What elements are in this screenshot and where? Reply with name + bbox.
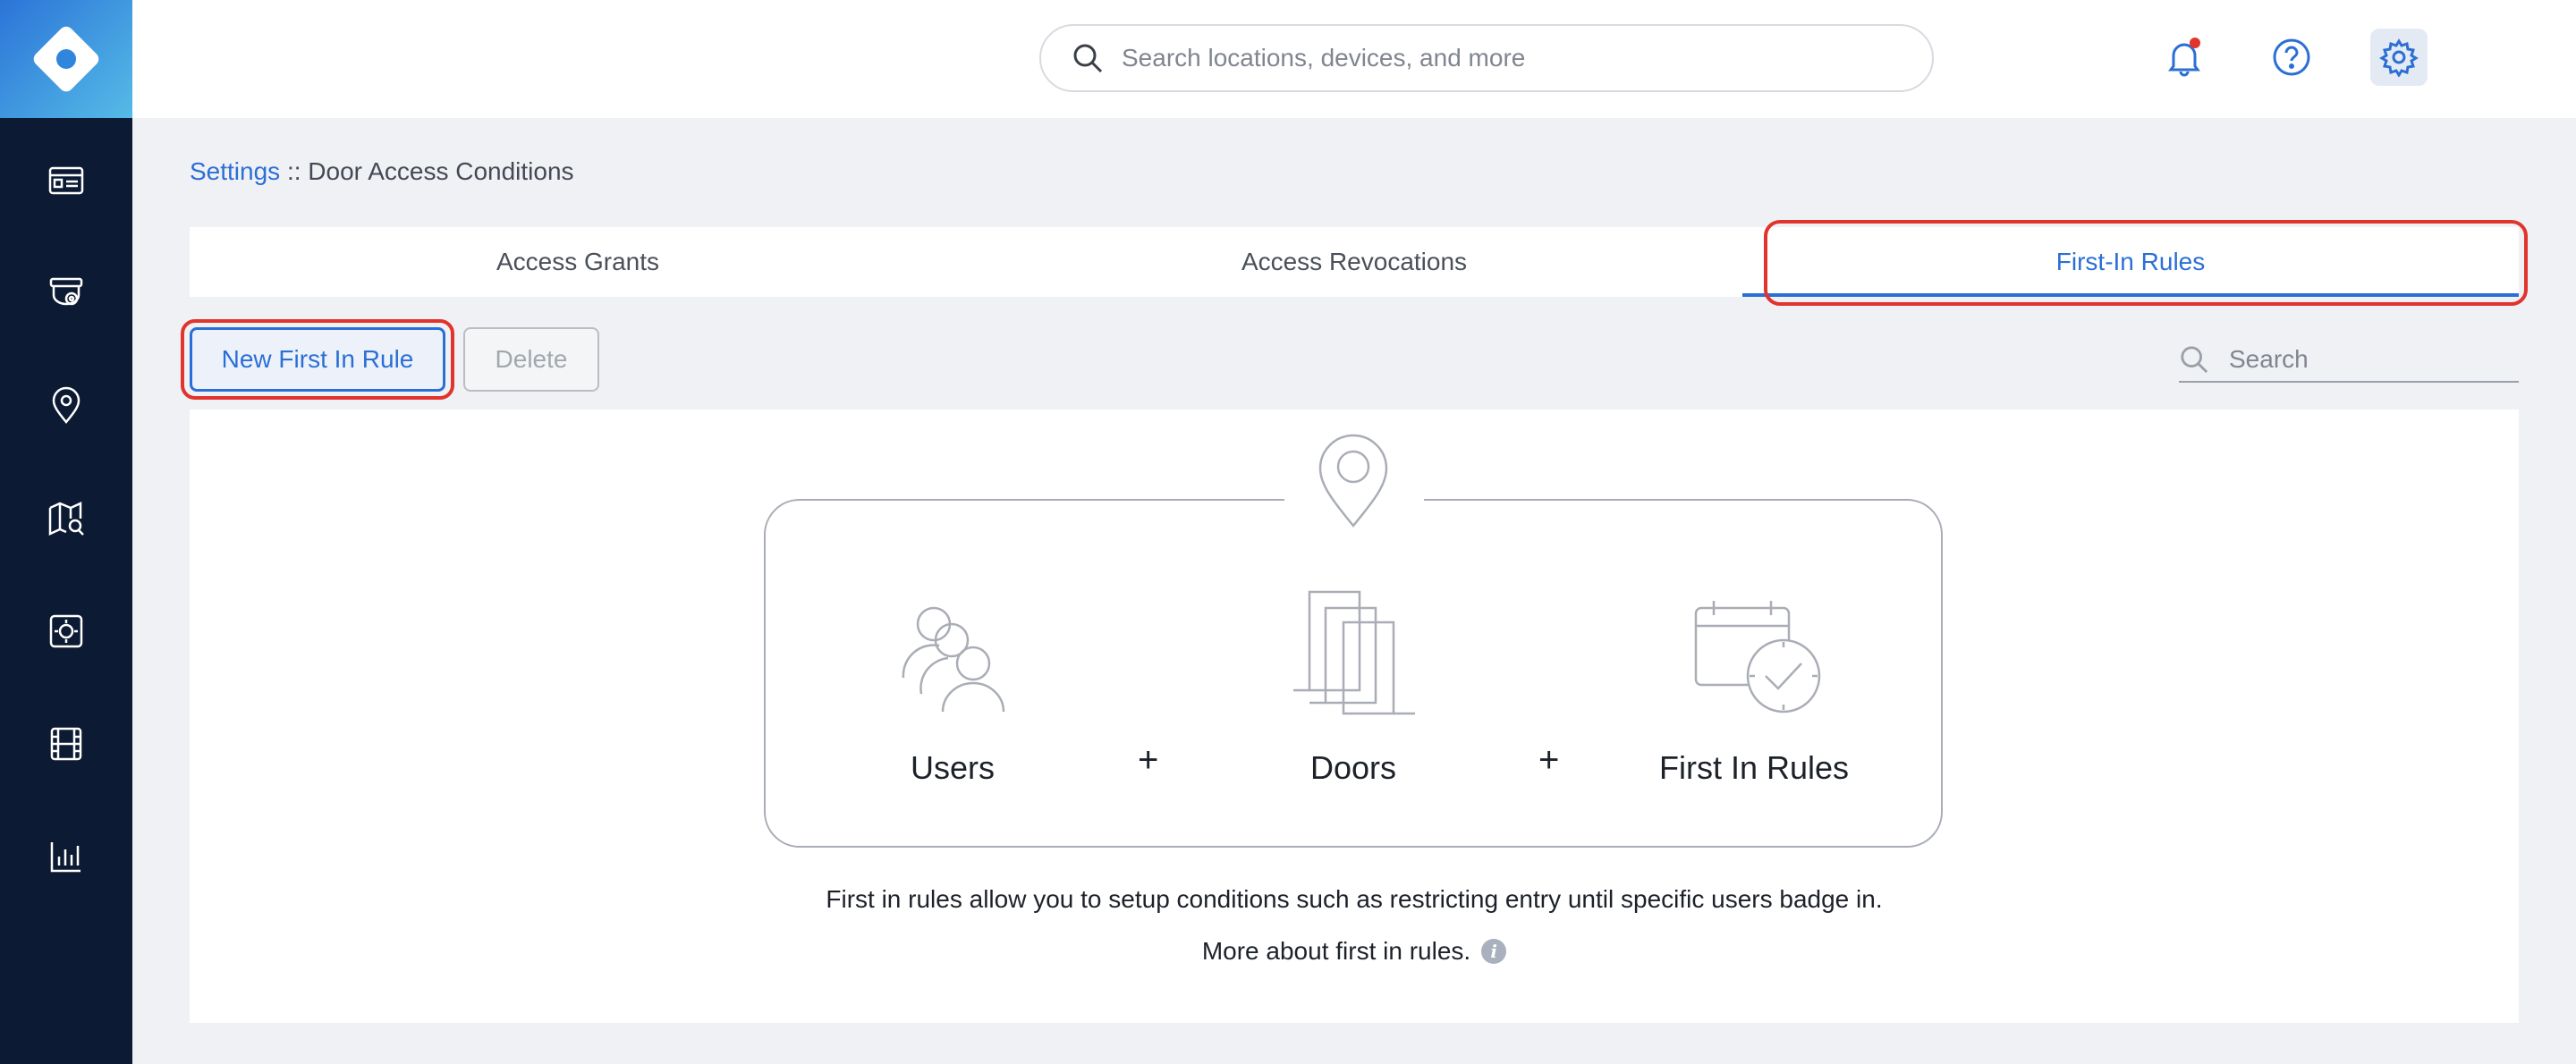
empty-state-panel: Users + Doors + First In Rules First in … <box>190 410 2519 1023</box>
access-control-icon <box>49 614 83 648</box>
plus-sign: + <box>1138 740 1159 780</box>
new-first-in-rule-button[interactable]: New First In Rule <box>190 327 445 392</box>
sidebar-item-cameras[interactable] <box>0 258 132 329</box>
breadcrumb-separator: :: <box>280 157 309 185</box>
sidebar-item-maps[interactable] <box>0 483 132 554</box>
global-search[interactable] <box>1039 24 1934 92</box>
sidebar-item-locations[interactable] <box>0 370 132 442</box>
sidebar <box>0 0 132 1064</box>
users-label: Users <box>910 749 995 786</box>
sidebar-item-dashboard[interactable] <box>0 145 132 216</box>
search-icon <box>1073 44 1103 73</box>
list-search[interactable] <box>2179 338 2519 383</box>
dashboard-icon <box>48 166 84 195</box>
users-icon <box>902 606 1005 713</box>
delete-button[interactable]: Delete <box>463 327 599 392</box>
breadcrumb-settings-link[interactable]: Settings <box>190 157 280 185</box>
help-icon <box>2273 38 2310 76</box>
more-info-link[interactable]: More about first in rules. <box>1202 937 1470 966</box>
first-in-rules-label: First In Rules <box>1658 749 1850 786</box>
location-icon <box>52 386 80 424</box>
help-button[interactable] <box>2263 29 2320 86</box>
settings-button[interactable] <box>2370 29 2428 86</box>
breadcrumb: Settings :: Door Access Conditions <box>190 157 574 186</box>
notification-badge <box>2190 38 2200 48</box>
logo-icon <box>33 26 99 92</box>
doors-icon <box>1293 590 1415 715</box>
map-search-icon <box>48 502 84 536</box>
camera-icon <box>49 277 83 306</box>
topbar: EV <box>132 0 2576 118</box>
tab-first-in-rules[interactable]: First-In Rules <box>1742 227 2519 297</box>
more-info-row: More about first in rules. i <box>190 937 2519 966</box>
analytics-icon <box>50 842 80 873</box>
info-icon[interactable]: i <box>1481 939 1507 964</box>
tab-access-grants[interactable]: Access Grants <box>190 227 966 297</box>
sidebar-item-access-control[interactable] <box>0 595 132 667</box>
global-search-input[interactable] <box>1122 44 1837 72</box>
plus-sign: + <box>1538 740 1560 780</box>
calendar-check-icon <box>1694 601 1821 714</box>
list-search-input[interactable] <box>2229 345 2497 374</box>
sidebar-item-video-archive[interactable] <box>0 708 132 780</box>
empty-state-description: First in rules allow you to setup condit… <box>826 885 1883 913</box>
gear-icon <box>2379 38 2419 77</box>
notifications-button[interactable] <box>2156 29 2213 86</box>
doors-label: Doors <box>1309 749 1397 786</box>
breadcrumb-current: Door Access Conditions <box>308 157 574 185</box>
search-icon <box>2181 346 2208 374</box>
location-pin-icon <box>1318 434 1388 528</box>
logo[interactable] <box>0 0 132 118</box>
tab-bar: Access Grants Access Revocations First-I… <box>190 227 2519 297</box>
sidebar-item-analytics[interactable] <box>0 821 132 892</box>
tab-access-revocations[interactable]: Access Revocations <box>966 227 1742 297</box>
video-archive-icon <box>50 727 82 761</box>
